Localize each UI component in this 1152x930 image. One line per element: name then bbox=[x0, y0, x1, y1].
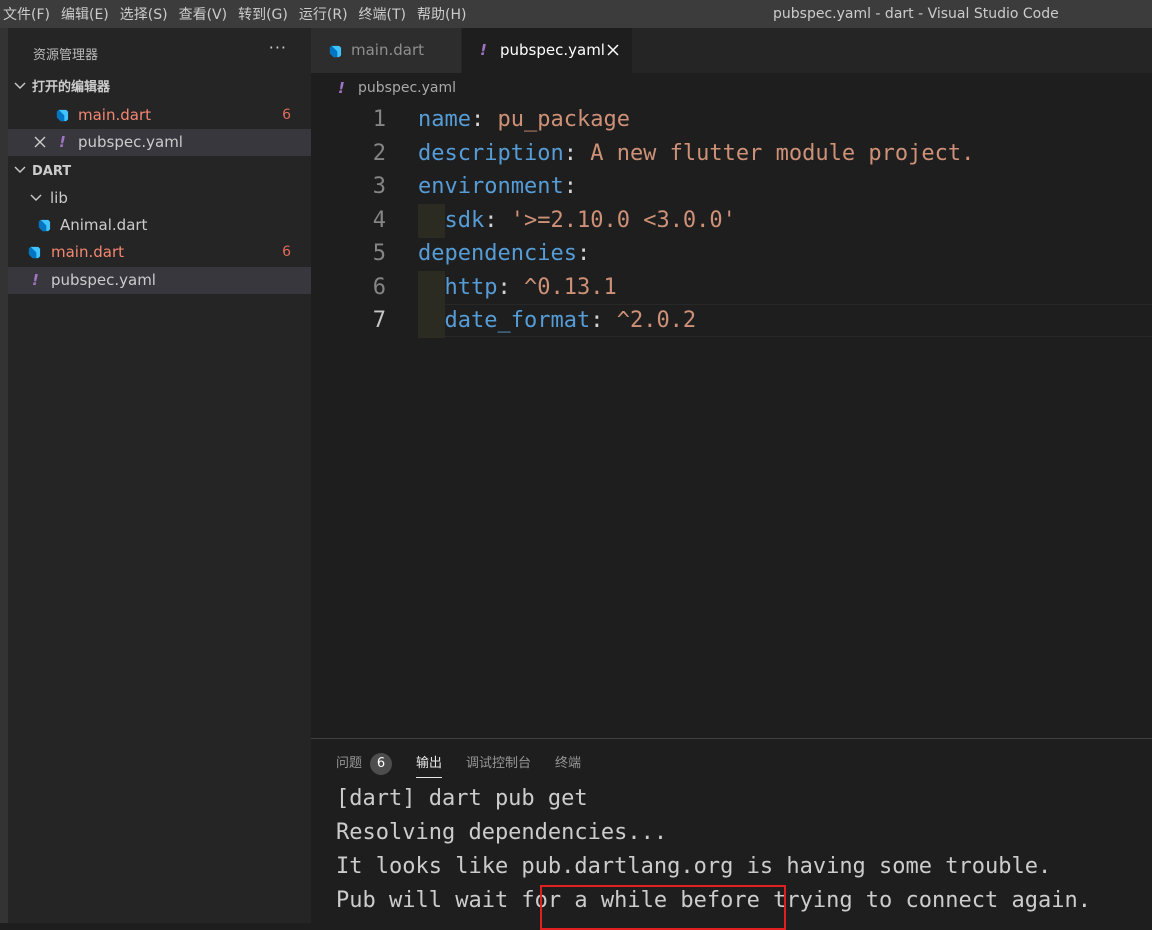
menu-run[interactable]: 运行(R) bbox=[299, 4, 357, 24]
tab-output[interactable]: 输出 bbox=[416, 751, 443, 778]
menu-bar: 文件(F) 编辑(E) 选择(S) 查看(V) 转到(G) 运行(R) 终端(T… bbox=[0, 0, 477, 28]
bottom-panel: 问题 6 输出 调试控制台 终端 [dart] dart pub get Res… bbox=[311, 738, 1152, 930]
code-line: name: pu_package bbox=[418, 107, 630, 132]
file-animal-dart[interactable]: Animal.dart bbox=[8, 212, 311, 239]
line-number: 1 bbox=[372, 107, 386, 132]
tab-pubspec-yaml[interactable]: ! pubspec.yaml bbox=[462, 28, 632, 73]
line-number: 6 bbox=[372, 275, 386, 300]
yaml-icon: ! bbox=[338, 79, 345, 97]
tab-debug-console[interactable]: 调试控制台 bbox=[466, 751, 531, 777]
file-pubspec-yaml[interactable]: ! pubspec.yaml bbox=[8, 267, 311, 294]
line-number: 3 bbox=[372, 174, 386, 199]
title-bar: 文件(F) 编辑(E) 选择(S) 查看(V) 转到(G) 运行(R) 终端(T… bbox=[0, 0, 1152, 28]
open-editor-main-dart[interactable]: main.dart 6 bbox=[8, 102, 311, 129]
output-line: [dart] dart pub get bbox=[336, 786, 588, 811]
yaml-key: environment bbox=[418, 174, 564, 199]
code-line: sdk: '>=2.10.0 <3.0.0' bbox=[418, 204, 736, 238]
yaml-value: ^2.0.2 bbox=[616, 308, 697, 333]
code-line: description: A new flutter module projec… bbox=[418, 141, 975, 166]
yaml-value: '>=2.10.0 <3.0.0' bbox=[510, 208, 736, 233]
dart-icon bbox=[329, 45, 342, 58]
menu-view[interactable]: 查看(V) bbox=[179, 4, 237, 24]
indent-guide bbox=[418, 204, 445, 238]
problems-count-badge: 6 bbox=[370, 753, 393, 775]
tab-label: 问题 bbox=[336, 756, 363, 771]
file-label: main.dart bbox=[51, 243, 125, 261]
yaml-key: sdk bbox=[444, 208, 485, 233]
panel-tabs: 问题 6 输出 调试控制台 终端 bbox=[336, 751, 605, 778]
tab-terminal[interactable]: 终端 bbox=[555, 751, 581, 777]
tab-label: main.dart bbox=[351, 41, 425, 59]
yaml-key: name bbox=[418, 107, 471, 132]
code-line: http: ^0.13.1 bbox=[418, 271, 617, 305]
chevron-down-icon bbox=[30, 185, 42, 212]
chevron-down-icon bbox=[14, 76, 28, 100]
open-editor-pubspec-yaml[interactable]: ! pubspec.yaml bbox=[8, 129, 311, 156]
code-line: dependencies: bbox=[418, 241, 591, 266]
explorer-sidebar: 资源管理器 ··· 打开的编辑器 main.dart 6 ! pubspec.y… bbox=[8, 28, 311, 923]
file-label: Animal.dart bbox=[60, 216, 148, 234]
window-title: pubspec.yaml - dart - Visual Studio Code bbox=[773, 6, 1059, 22]
line-number: 4 bbox=[372, 208, 386, 233]
highlight-box bbox=[540, 885, 786, 930]
line-number: 5 bbox=[372, 241, 386, 266]
tab-label: pubspec.yaml bbox=[500, 41, 605, 59]
open-editor-label: main.dart bbox=[78, 106, 152, 124]
indent-guide bbox=[418, 304, 445, 338]
menu-help[interactable]: 帮助(H) bbox=[417, 4, 475, 24]
activity-bar bbox=[0, 28, 8, 923]
yaml-icon: ! bbox=[59, 133, 66, 151]
breadcrumb-file[interactable]: pubspec.yaml bbox=[358, 73, 456, 103]
menu-go[interactable]: 转到(G) bbox=[238, 4, 297, 24]
open-editors-section[interactable]: 打开的编辑器 bbox=[8, 76, 110, 100]
code-editor[interactable]: 1 2 3 4 5 6 7 name: pu_package descripti… bbox=[311, 103, 1152, 738]
folder-label: lib bbox=[50, 189, 68, 207]
code-line: date_format: ^2.0.2 bbox=[418, 304, 696, 338]
output-line: It looks like pub.dartlang.org is having… bbox=[336, 854, 1052, 879]
yaml-value: A new flutter module project. bbox=[590, 141, 975, 166]
close-icon[interactable] bbox=[607, 28, 619, 73]
yaml-icon: ! bbox=[480, 41, 487, 59]
yaml-key: dependencies bbox=[418, 241, 577, 266]
output-log[interactable]: [dart] dart pub get Resolving dependenci… bbox=[336, 782, 1091, 930]
yaml-key: date_format bbox=[444, 308, 591, 333]
workspace-section[interactable]: DART bbox=[8, 160, 71, 184]
problem-count-badge: 6 bbox=[282, 244, 291, 260]
tab-label: 输出 bbox=[416, 755, 443, 771]
problem-count-badge: 6 bbox=[282, 107, 291, 123]
tab-label: 终端 bbox=[555, 756, 582, 771]
file-label: pubspec.yaml bbox=[51, 271, 156, 289]
explorer-title: 资源管理器 bbox=[33, 48, 99, 63]
yaml-icon: ! bbox=[32, 271, 39, 289]
code-line: environment: bbox=[418, 174, 577, 199]
menu-terminal[interactable]: 终端(T) bbox=[359, 4, 415, 24]
tab-problems[interactable]: 问题 6 bbox=[336, 751, 393, 777]
open-editor-label: pubspec.yaml bbox=[78, 133, 183, 151]
line-number: 2 bbox=[372, 141, 386, 166]
menu-selection[interactable]: 选择(S) bbox=[120, 4, 177, 24]
line-number: 7 bbox=[372, 308, 386, 333]
yaml-value: pu_package bbox=[497, 107, 630, 132]
yaml-key: description bbox=[418, 141, 564, 166]
breadcrumb[interactable]: ! pubspec.yaml bbox=[311, 73, 1152, 103]
file-main-dart[interactable]: main.dart 6 bbox=[8, 239, 311, 266]
dart-icon bbox=[56, 109, 69, 122]
close-icon[interactable] bbox=[34, 129, 46, 156]
workspace-title: DART bbox=[32, 164, 72, 179]
tab-main-dart[interactable]: main.dart bbox=[311, 28, 461, 73]
yaml-key: http bbox=[444, 275, 498, 300]
menu-file[interactable]: 文件(F) bbox=[0, 4, 59, 24]
more-actions-icon[interactable]: ··· bbox=[269, 38, 287, 57]
dart-icon bbox=[38, 219, 51, 232]
open-editors-title: 打开的编辑器 bbox=[32, 80, 111, 95]
folder-lib[interactable]: lib bbox=[8, 185, 311, 212]
editor-tab-bar: main.dart ! pubspec.yaml bbox=[311, 28, 1152, 73]
tab-label: 调试控制台 bbox=[466, 756, 532, 771]
indent-guide bbox=[418, 271, 445, 305]
yaml-value: ^0.13.1 bbox=[523, 275, 617, 300]
dart-icon bbox=[28, 246, 41, 259]
output-line: Resolving dependencies... bbox=[336, 820, 668, 845]
chevron-down-icon bbox=[14, 160, 28, 184]
menu-edit[interactable]: 编辑(E) bbox=[61, 4, 118, 24]
